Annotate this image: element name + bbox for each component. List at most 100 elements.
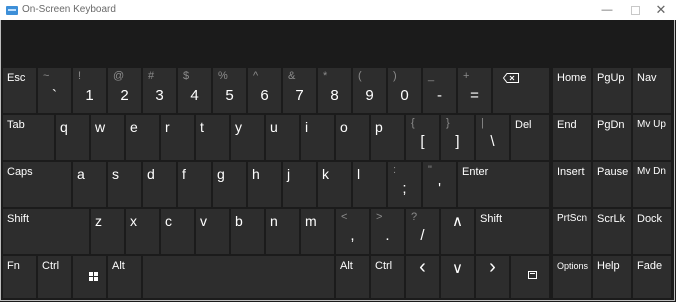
key-label: = (470, 87, 479, 104)
key-s[interactable]: s (108, 162, 141, 207)
key-mv-dn[interactable]: Mv Dn (633, 162, 671, 207)
maximize-button[interactable] (622, 0, 648, 20)
key-c[interactable]: c (161, 209, 194, 254)
key-tab[interactable]: Tab (3, 115, 54, 160)
key-up-arrow[interactable]: ∧ (441, 209, 474, 254)
key-m[interactable]: m (301, 209, 334, 254)
key-shift-left[interactable]: Shift (3, 209, 89, 254)
key-help[interactable]: Help (593, 256, 631, 298)
key-a[interactable]: a (73, 162, 106, 207)
key-5[interactable]: % 5 (213, 68, 246, 113)
key-semicolon[interactable]: : ; (388, 162, 421, 207)
key-3[interactable]: # 3 (143, 68, 176, 113)
key-6[interactable]: ^ 6 (248, 68, 281, 113)
key-space[interactable] (143, 256, 334, 298)
key-down-arrow[interactable]: ∨ (441, 256, 474, 298)
key-backtick[interactable]: ~ ` (38, 68, 71, 113)
key-q[interactable]: q (56, 115, 89, 160)
key-end[interactable]: End (553, 115, 591, 160)
key-shift-label: @ (113, 70, 125, 82)
key-4[interactable]: $ 4 (178, 68, 211, 113)
key-alt-right[interactable]: Alt (336, 256, 369, 298)
key-9[interactable]: ( 9 (353, 68, 386, 113)
key-backslash[interactable]: | \ (476, 115, 509, 160)
key-d[interactable]: d (143, 162, 176, 207)
key-insert[interactable]: Insert (553, 162, 591, 207)
key-h[interactable]: h (248, 162, 281, 207)
close-button[interactable]: ✕ (648, 0, 674, 20)
key-v[interactable]: v (196, 209, 229, 254)
key-y[interactable]: y (231, 115, 264, 160)
key-x[interactable]: x (126, 209, 159, 254)
delete-icon (528, 271, 537, 279)
key-prtscn[interactable]: PrtScn (553, 209, 591, 254)
key-quote[interactable]: " ' (423, 162, 456, 207)
key-ctrl-left[interactable]: Ctrl (38, 256, 71, 298)
key-period[interactable]: > . (371, 209, 404, 254)
key-f[interactable]: f (178, 162, 211, 207)
key-dock[interactable]: Dock (633, 209, 671, 254)
key-label: / (420, 227, 425, 244)
key-shift-label: } (446, 117, 450, 129)
key-home[interactable]: Home (553, 68, 591, 113)
key-2[interactable]: @ 2 (108, 68, 141, 113)
key-e[interactable]: e (126, 115, 159, 160)
key-shift-label: ( (358, 70, 362, 82)
key-comma[interactable]: < , (336, 209, 369, 254)
key-label: 7 (295, 87, 304, 104)
key-g[interactable]: g (213, 162, 246, 207)
key-o[interactable]: o (336, 115, 369, 160)
key-r[interactable]: r (161, 115, 194, 160)
key-right-bracket[interactable]: } ] (441, 115, 474, 160)
key-k[interactable]: k (318, 162, 351, 207)
key-i[interactable]: i (301, 115, 334, 160)
key-right-arrow[interactable]: › (476, 256, 509, 298)
key-scrlk[interactable]: ScrLk (593, 209, 631, 254)
key-fn[interactable]: Fn (3, 256, 36, 298)
key-8[interactable]: * 8 (318, 68, 351, 113)
key-equals[interactable]: + = (458, 68, 491, 113)
key-alt-left[interactable]: Alt (108, 256, 141, 298)
key-fade[interactable]: Fade (633, 256, 671, 298)
key-w[interactable]: w (91, 115, 124, 160)
key-left-arrow[interactable]: ‹ (406, 256, 439, 298)
key-slash[interactable]: ? / (406, 209, 439, 254)
key-del[interactable]: Del (511, 115, 549, 160)
key-esc[interactable]: Esc (3, 68, 36, 113)
right-arrow-icon: › (489, 256, 496, 278)
key-options[interactable]: Options (553, 256, 591, 298)
minimize-button[interactable]: — (594, 0, 620, 20)
key-p[interactable]: p (371, 115, 404, 160)
key-7[interactable]: & 7 (283, 68, 316, 113)
key-j[interactable]: j (283, 162, 316, 207)
text-prediction-bar (2, 20, 674, 67)
key-mv-up[interactable]: Mv Up (633, 115, 671, 160)
key-nav[interactable]: Nav (633, 68, 671, 113)
key-label: 0 (400, 87, 409, 104)
key-backspace[interactable] (493, 68, 549, 113)
key-pgup[interactable]: PgUp (593, 68, 631, 113)
key-t[interactable]: t (196, 115, 229, 160)
key-shift-label: ^ (253, 70, 259, 82)
key-label: 3 (155, 87, 164, 104)
key-caps[interactable]: Caps (3, 162, 71, 207)
key-shift-label: * (323, 70, 328, 82)
key-pgdn[interactable]: PgDn (593, 115, 631, 160)
key-shift-right[interactable]: Shift (476, 209, 549, 254)
key-enter[interactable]: Enter (458, 162, 549, 207)
key-l[interactable]: l (353, 162, 386, 207)
key-0[interactable]: ) 0 (388, 68, 421, 113)
key-n[interactable]: n (266, 209, 299, 254)
key-1[interactable]: ! 1 (73, 68, 106, 113)
key-label: d (147, 166, 155, 182)
key-label: z (95, 213, 102, 229)
key-z[interactable]: z (91, 209, 124, 254)
key-b[interactable]: b (231, 209, 264, 254)
key-u[interactable]: u (266, 115, 299, 160)
key-ctrl-right[interactable]: Ctrl (371, 256, 404, 298)
key-windows[interactable] (73, 256, 106, 298)
key-delete-menu[interactable] (511, 256, 549, 298)
key-minus[interactable]: _ - (423, 68, 456, 113)
key-pause[interactable]: Pause (593, 162, 631, 207)
key-left-bracket[interactable]: { [ (406, 115, 439, 160)
